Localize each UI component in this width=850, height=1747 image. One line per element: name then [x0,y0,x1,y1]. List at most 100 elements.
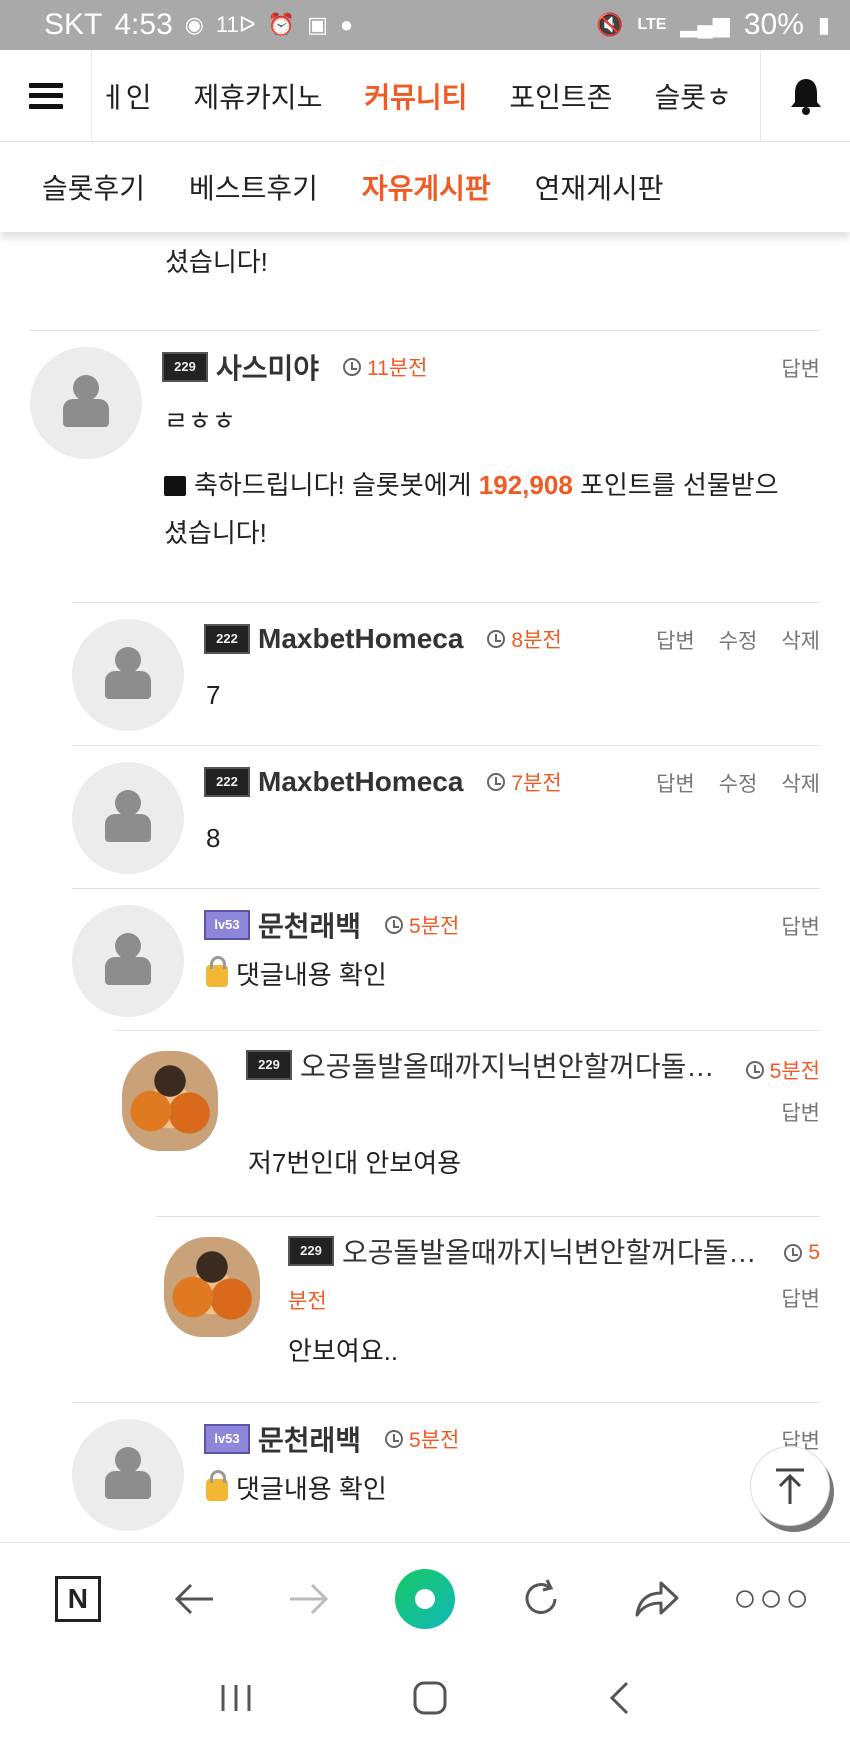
comment-list: 셨습니다! 229 사스미야 11분전 답변 ㄹㅎㅎ 축하드립니다! 슬롯봇에게… [0,232,850,1542]
gift-prefix: 축하드립니다! 슬롯봇에게 [194,470,479,500]
nav-item-point-zone[interactable]: 포인트존 [509,76,612,116]
comment-item: 229 오공돌발올때까지닉변안할꺼다돌… 5분전 답변 저7번인대 안보여용 [114,1030,820,1216]
comment-header: 222 MaxbetHomeca 7분전 [204,762,562,802]
delete-button[interactable]: 삭제 [781,768,820,798]
share-icon [635,1581,679,1616]
carrier-label: SKT [44,8,103,41]
comment-item: 222 MaxbetHomeca 8분전 답변 수정 삭제 7 [72,602,820,745]
comment-text[interactable]: 댓글내용 확인 [206,951,387,999]
app-icon: ▣ [307,12,328,37]
timestamp: 5분전 [745,1055,820,1085]
forward-button[interactable] [279,1569,339,1629]
battery-icon: ▮ [817,12,830,37]
avatar [72,762,184,874]
gift-icon [164,476,186,496]
notification-icon: ◉ [184,12,204,37]
sub-tab-best-review[interactable]: 베스트후기 [189,167,318,207]
reply-button[interactable]: 답변 [781,911,820,941]
time-text-part1: 5 [808,1241,820,1264]
gift-message: 축하드립니다! 슬롯봇에게 192,908 포인트를 선물받으 셨습니다! [164,461,824,557]
nickname[interactable]: 문천래백 [258,905,361,945]
sub-tab-free-board[interactable]: 자유게시판 [362,167,491,207]
timestamp: 7분전 [487,767,562,797]
reply-button[interactable]: 답변 [781,1283,820,1313]
comment-header: 222 MaxbetHomeca 8분전 [204,619,562,659]
menu-icon [28,82,63,109]
nav-item-partner-casino[interactable]: 제휴카지노 [194,76,323,116]
sub-tab-slot-review[interactable]: 슬롯후기 [42,167,145,207]
back-button[interactable] [164,1569,224,1629]
clock-icon [745,1061,764,1079]
nickname[interactable]: 오공돌발올때까지닉변안할꺼다돌… [300,1045,714,1085]
system-back-button[interactable] [607,1680,631,1721]
notification-button[interactable] [760,49,850,142]
signal-icon: ▂▄▆ [680,12,730,37]
level-badge: 222 [204,624,250,654]
level-badge: lv53 [204,1424,250,1454]
nav-item-partial[interactable]: ㅔ인 [100,76,152,116]
previous-comment-line: 셨습니다! [165,247,268,277]
timestamp: 8분전 [487,624,562,654]
home-button[interactable] [412,1680,448,1721]
avatar [156,1231,268,1343]
clock-icon [385,916,404,934]
comment-header: 229 오공돌발올때까지닉변안할꺼다돌… [246,1045,714,1085]
avatar [72,905,184,1017]
system-nav-bar [0,1654,850,1747]
nav-item-community[interactable]: 커뮤니티 [364,76,467,116]
reply-button[interactable]: 답변 [656,625,695,655]
naver-n-icon: N [54,1575,101,1622]
clock-icon [784,1244,803,1262]
level-badge: lv53 [204,910,250,940]
comment-actions: 답변 [781,911,820,941]
lock-icon [206,956,228,987]
green-dot-button[interactable] [394,1568,455,1629]
battery-percent: 30% [743,8,804,41]
nickname[interactable]: 문천래백 [258,1419,361,1459]
clock-icon [385,1430,404,1448]
time-text: 5분전 [769,1060,820,1083]
status-extra: 11ᐅ [215,12,256,37]
avatar [72,1419,184,1531]
comment-text[interactable]: 댓글내용 확인 [206,1465,387,1513]
comment-actions: 답변 수정 삭제 [656,625,820,655]
nickname[interactable]: MaxbetHomeca [258,623,463,655]
recent-apps-button[interactable] [219,1683,253,1718]
reply-button[interactable]: 답변 [656,768,695,798]
bell-icon [790,78,821,115]
sub-tab-series-board[interactable]: 연재게시판 [535,167,664,207]
naver-home-button[interactable]: N [48,1569,108,1629]
refresh-button[interactable] [511,1569,571,1629]
menu-button[interactable] [0,49,92,142]
more-button[interactable]: ○○○ [733,1569,809,1629]
avatar [72,619,184,731]
level-badge: 229 [246,1050,292,1080]
delete-button[interactable]: 삭제 [781,625,820,655]
gift-line2: 셨습니다! [164,518,267,548]
refresh-icon [525,1578,557,1614]
avatar [114,1045,226,1157]
profile-photo [164,1237,260,1337]
nav-item-slot[interactable]: 슬롯ㅎ [654,76,731,116]
clock-time: 4:53 [114,8,173,41]
comment-item: 229 사스미야 11분전 답변 ㄹㅎㅎ 축하드립니다! 슬롯봇에게 192,9… [30,330,820,602]
nickname[interactable]: MaxbetHomeca [258,766,463,798]
scroll-to-top-button[interactable] [750,1446,830,1526]
reply-button[interactable]: 답변 [781,1097,820,1127]
home-icon [413,1681,447,1715]
edit-button[interactable]: 수정 [719,768,758,798]
nickname[interactable]: 오공돌발올때까지닉변안할꺼다돌… [342,1231,756,1271]
comment-text: 저7번인대 안보여용 [248,1148,462,1178]
nickname[interactable]: 사스미야 [216,347,319,387]
previous-comment-tail: 셨습니다! [165,232,825,286]
status-bar: SKT 4:53 ◉ 11ᐅ ⏰ ▣ ● 🔇 LTE ▂▄▆ 30% ▮ [0,0,850,50]
back-icon [174,1583,213,1614]
clock-icon [343,358,362,376]
reply-button[interactable]: 답변 [781,353,820,383]
edit-button[interactable]: 수정 [719,625,758,655]
avatar [30,347,142,459]
comment-item: lv53 문천래백 5분전 답변 댓글내용 확인 [72,1402,820,1542]
share-button[interactable] [626,1569,686,1629]
time-text: 8분전 [511,629,562,652]
network-label: LTE [637,16,667,33]
